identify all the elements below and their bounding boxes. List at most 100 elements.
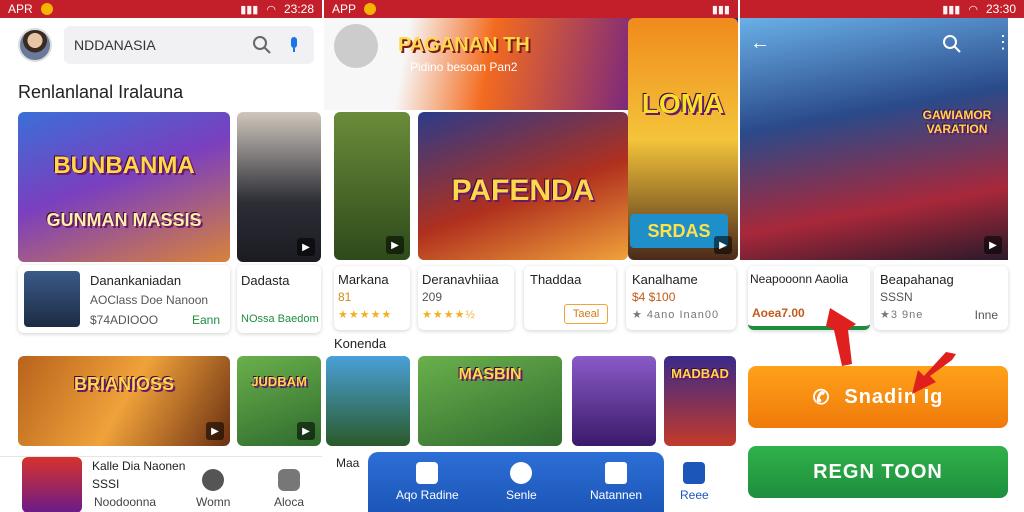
chat-icon bbox=[510, 462, 533, 484]
banner-title: PAGANAN TH bbox=[398, 34, 530, 56]
app-tag: Eann bbox=[191, 313, 220, 327]
signal-icon: ▮▮▮ bbox=[711, 3, 730, 16]
carrier-label: APR bbox=[8, 2, 33, 16]
pointer-arrow-icon bbox=[826, 308, 856, 366]
app-card[interactable]: Thaddaa Taeal bbox=[524, 266, 616, 330]
chat-icon bbox=[202, 469, 225, 491]
video-icon: ▶ bbox=[386, 236, 404, 254]
app-subtitle: 81 bbox=[338, 290, 352, 304]
featured-game-tile[interactable]: BUNBANMA GUNMAN MASSIS bbox=[18, 112, 230, 262]
app-subtitle: SSSI bbox=[92, 477, 120, 491]
section-title: Konenda bbox=[334, 336, 387, 351]
notification-icon bbox=[40, 3, 53, 15]
game-tile-title: JUDBAM bbox=[251, 374, 307, 389]
nav-label: Aloca bbox=[274, 495, 305, 509]
app-subtitle: SSSN bbox=[880, 290, 913, 304]
nav-item-natannen[interactable]: Natannen bbox=[590, 462, 642, 502]
game-tile-3[interactable]: BRIANIOSS ▶ bbox=[18, 356, 230, 446]
carrier-label: APP bbox=[332, 2, 357, 16]
phone-icon: ✆ bbox=[812, 386, 831, 409]
rating-stars: ★★★★★ bbox=[338, 309, 393, 321]
nav-item-reee[interactable]: Reee bbox=[680, 462, 709, 502]
person-icon bbox=[278, 469, 301, 491]
app-name: Maa bbox=[336, 456, 360, 470]
app-card[interactable]: Deranavhiiaa 209 ★★★★½ bbox=[418, 266, 514, 330]
back-arrow-icon[interactable]: ← bbox=[750, 32, 770, 55]
app-name: Thaddaa bbox=[530, 272, 582, 287]
mic-icon[interactable] bbox=[284, 35, 304, 55]
game-tile-title: MADBAD bbox=[671, 366, 729, 381]
profile-icon bbox=[683, 462, 706, 484]
app-name: Dadasta bbox=[241, 273, 290, 288]
app-icon bbox=[24, 271, 80, 327]
nav-label: Reee bbox=[680, 488, 709, 502]
nav-item-senle[interactable]: Senle bbox=[506, 462, 537, 502]
status-bar: APR ▮▮▮ ◠ 23:28 bbox=[0, 0, 322, 18]
game-tile-8[interactable]: MADBAD bbox=[664, 356, 736, 446]
pointer-arrow-icon bbox=[912, 352, 956, 394]
video-icon: ▶ bbox=[714, 236, 732, 254]
notification-icon bbox=[364, 3, 377, 15]
app-card[interactable]: Markana 81 ★★★★★ bbox=[334, 266, 410, 330]
nav-label: Aqo Radine bbox=[396, 488, 459, 502]
game-tile-4[interactable]: JUDBAM ▶ bbox=[237, 356, 321, 446]
nav-label: Natannen bbox=[590, 488, 643, 502]
avatar[interactable] bbox=[18, 28, 52, 62]
game-tile-pafenda[interactable]: PAFENDA bbox=[418, 112, 628, 260]
game-tile-markana[interactable]: ▶ bbox=[334, 112, 410, 260]
nav-label: Senle bbox=[506, 488, 537, 502]
status-time: 23:28 bbox=[283, 2, 314, 16]
apps-icon bbox=[416, 462, 439, 484]
bottom-bar: Kalle Dia Naonen SSSI Noodoonna Womn Alo… bbox=[0, 456, 322, 512]
nav-item-noodoonna[interactable]: Noodoonna bbox=[94, 495, 156, 509]
status-time: 23:30 bbox=[985, 2, 1016, 16]
wifi-icon: ◠ bbox=[266, 3, 276, 16]
app-card[interactable]: Kanalhame $4 $100 ★ 4ano Inan00 bbox=[626, 266, 736, 330]
video-icon: ▶ bbox=[206, 422, 224, 440]
search-input[interactable]: NDDANASIA bbox=[74, 37, 252, 53]
app-card[interactable]: Danankaniadan AOClass Doe Nanoon $74ADIO… bbox=[18, 265, 230, 333]
game-hero-image: ← ⋮ GAWIAMOR VARATION ▶ bbox=[740, 18, 1008, 260]
featured-title: BUNBANMA bbox=[53, 152, 195, 179]
nav-label: Noodoonna bbox=[94, 495, 157, 509]
game-tile-6[interactable]: MASBIN bbox=[418, 356, 562, 446]
search-bar[interactable]: NDDANASIA bbox=[64, 26, 314, 64]
video-icon: ▶ bbox=[984, 236, 1002, 254]
call-button[interactable]: ✆ Snadin Ig bbox=[748, 366, 1008, 428]
search-icon[interactable] bbox=[252, 35, 272, 55]
register-button[interactable]: REGN TOON bbox=[748, 446, 1008, 498]
game-tile-2[interactable]: ▶ bbox=[237, 112, 321, 262]
back-circle-icon[interactable] bbox=[334, 24, 378, 68]
game-tile-5[interactable] bbox=[326, 356, 410, 446]
app-name: Deranavhiiaa bbox=[422, 272, 499, 287]
game-tile-title: MASBIN bbox=[458, 366, 522, 383]
nav-item-radine[interactable]: Aqo Radine bbox=[396, 462, 459, 502]
app-name: Kanalhame bbox=[632, 272, 698, 287]
nav-item-aloca[interactable]: Aloca bbox=[274, 469, 304, 509]
art-label: GAWIAMOR VARATION bbox=[922, 108, 992, 136]
video-icon: ▶ bbox=[297, 422, 315, 440]
app-subtitle: NOssa Baedom bbox=[241, 313, 319, 325]
rating-stars: ★★★★½ bbox=[422, 309, 476, 321]
app-price: Aoea7.00 bbox=[752, 306, 805, 320]
app-name: Danankaniadan bbox=[90, 273, 182, 288]
app-name: Markana bbox=[338, 272, 389, 287]
game-tile-title: BRIANIOSS bbox=[73, 374, 174, 394]
more-icon[interactable]: ⋮ bbox=[994, 32, 1008, 53]
game-tile-7[interactable] bbox=[572, 356, 656, 446]
app-card[interactable]: Dadasta NOssa Baedom bbox=[237, 265, 321, 333]
app-price: $74ADIOOO bbox=[90, 313, 159, 327]
video-icon: ▶ bbox=[297, 238, 315, 256]
app-name: Beapahanag bbox=[880, 272, 954, 287]
nav-item-womn[interactable]: Womn bbox=[196, 469, 230, 509]
app-icon[interactable] bbox=[22, 457, 82, 512]
app-subtitle: AOClass Doe Nanoon bbox=[90, 293, 209, 307]
app-card[interactable]: Beapahanag SSSN ★3 9ne Inne bbox=[874, 266, 1008, 330]
install-button[interactable]: Taeal bbox=[564, 304, 608, 324]
section-title: Renlanlanal Iralauna bbox=[18, 82, 184, 102]
nav-label: Womn bbox=[196, 495, 231, 509]
wifi-icon: ◠ bbox=[968, 3, 978, 16]
search-icon[interactable] bbox=[942, 34, 962, 54]
app-subtitle: 209 bbox=[422, 290, 443, 304]
game-tile-loma[interactable]: LOMA SRDAS ▶ bbox=[628, 18, 738, 260]
